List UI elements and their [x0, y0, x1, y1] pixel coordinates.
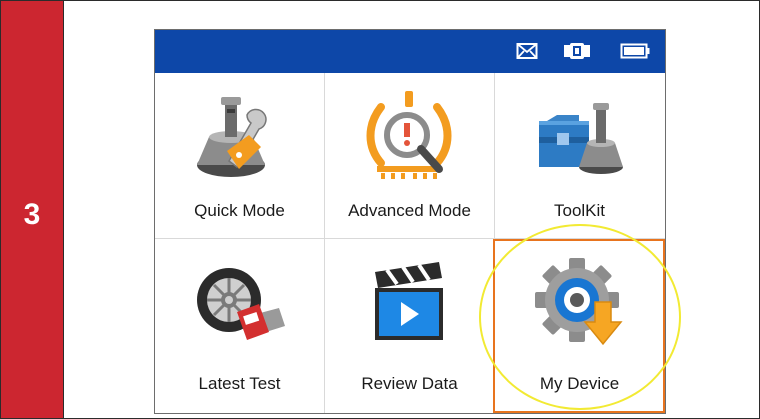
- toolbox-sensor-icon: [539, 103, 623, 174]
- menu-item-latest-test[interactable]: Latest Test: [155, 240, 324, 405]
- vehicle-link-icon: [564, 43, 590, 59]
- menu-item-label: ToolKit: [553, 201, 606, 220]
- menu-item-quick-mode[interactable]: Quick Mode: [155, 73, 324, 238]
- callout-circle: [479, 224, 681, 410]
- menu-item-label: Latest Test: [198, 374, 281, 393]
- tpms-sensor-wrench-icon: [197, 97, 267, 177]
- clapperboard-play-icon: [375, 262, 443, 340]
- battery-icon: [620, 43, 650, 59]
- step-number: 3: [23, 198, 41, 231]
- menu-item-label: Review Data: [361, 374, 458, 393]
- status-bar: [155, 30, 665, 73]
- menu-item-review-data[interactable]: Review Data: [325, 240, 494, 405]
- menu-item-advanced-mode[interactable]: Advanced Mode: [325, 73, 494, 238]
- menu-item-toolkit[interactable]: ToolKit: [495, 73, 664, 238]
- tpms-warning-magnifier-icon: [366, 91, 452, 179]
- step-indicator: 3: [1, 1, 64, 418]
- mail-icon: [516, 43, 538, 59]
- tire-tool-icon: [197, 268, 285, 340]
- menu-item-label: Advanced Mode: [348, 201, 471, 220]
- menu-item-label: Quick Mode: [194, 201, 285, 220]
